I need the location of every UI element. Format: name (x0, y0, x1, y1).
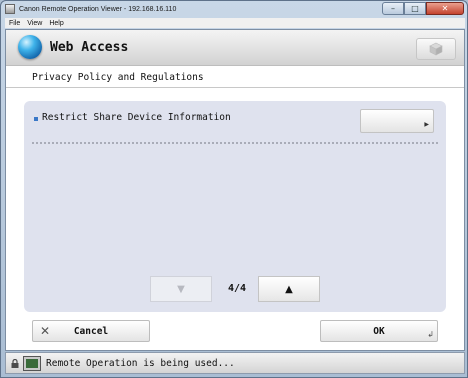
divider (6, 87, 464, 88)
menu-view[interactable]: View (27, 20, 42, 27)
page-down-button[interactable]: ▼ (150, 276, 212, 302)
page-header: Web Access (6, 30, 464, 66)
header-action-button[interactable] (416, 38, 456, 60)
page-indicator: 4/4 (227, 283, 247, 294)
lock-icon (11, 359, 19, 368)
app-window: Canon Remote Operation Viewer - 192.168.… (0, 0, 468, 378)
enter-icon: ↲ (427, 330, 434, 339)
close-button[interactable]: ✕ (426, 2, 464, 15)
window-title: Canon Remote Operation Viewer - 192.168.… (19, 5, 177, 13)
remote-screen: Web Access Privacy Policy and Regulation… (5, 29, 465, 351)
menu-help[interactable]: Help (49, 20, 63, 27)
cancel-label: Cancel (73, 326, 109, 337)
maximize-button[interactable]: □ (404, 2, 426, 15)
ok-button[interactable]: OK ↲ (320, 320, 438, 342)
status-text: Remote Operation is being used... (46, 358, 235, 369)
menu-file[interactable]: File (9, 20, 20, 27)
monitor-icon (23, 356, 41, 371)
status-bar: Remote Operation is being used... (5, 352, 465, 374)
bullet-icon (34, 117, 38, 121)
setting-label: Restrict Share Device Information (42, 112, 231, 123)
page-title: Web Access (50, 40, 129, 55)
section-title: Privacy Policy and Regulations (32, 72, 204, 83)
title-bar[interactable]: Canon Remote Operation Viewer - 192.168.… (1, 1, 467, 17)
cube-icon (429, 42, 443, 56)
menu-bar: File View Help (5, 18, 465, 28)
window-controls: – □ ✕ (382, 2, 464, 15)
cancel-button[interactable]: ✕ Cancel (32, 320, 150, 342)
arrow-down-icon: ▼ (177, 283, 185, 295)
dotted-divider (32, 142, 438, 144)
settings-panel: Restrict Share Device Information ▶ ▼ 4/… (24, 101, 446, 312)
ok-label: OK (373, 326, 385, 337)
restrict-share-button[interactable]: ▶ (360, 109, 434, 133)
setting-row-restrict-share: Restrict Share Device Information ▶ (34, 107, 440, 135)
page-up-button[interactable]: ▲ (258, 276, 320, 302)
globe-icon (18, 35, 42, 59)
app-icon (5, 4, 15, 14)
chevron-right-icon: ▶ (424, 121, 429, 128)
minimize-button[interactable]: – (382, 2, 404, 15)
arrow-up-icon: ▲ (285, 283, 293, 295)
